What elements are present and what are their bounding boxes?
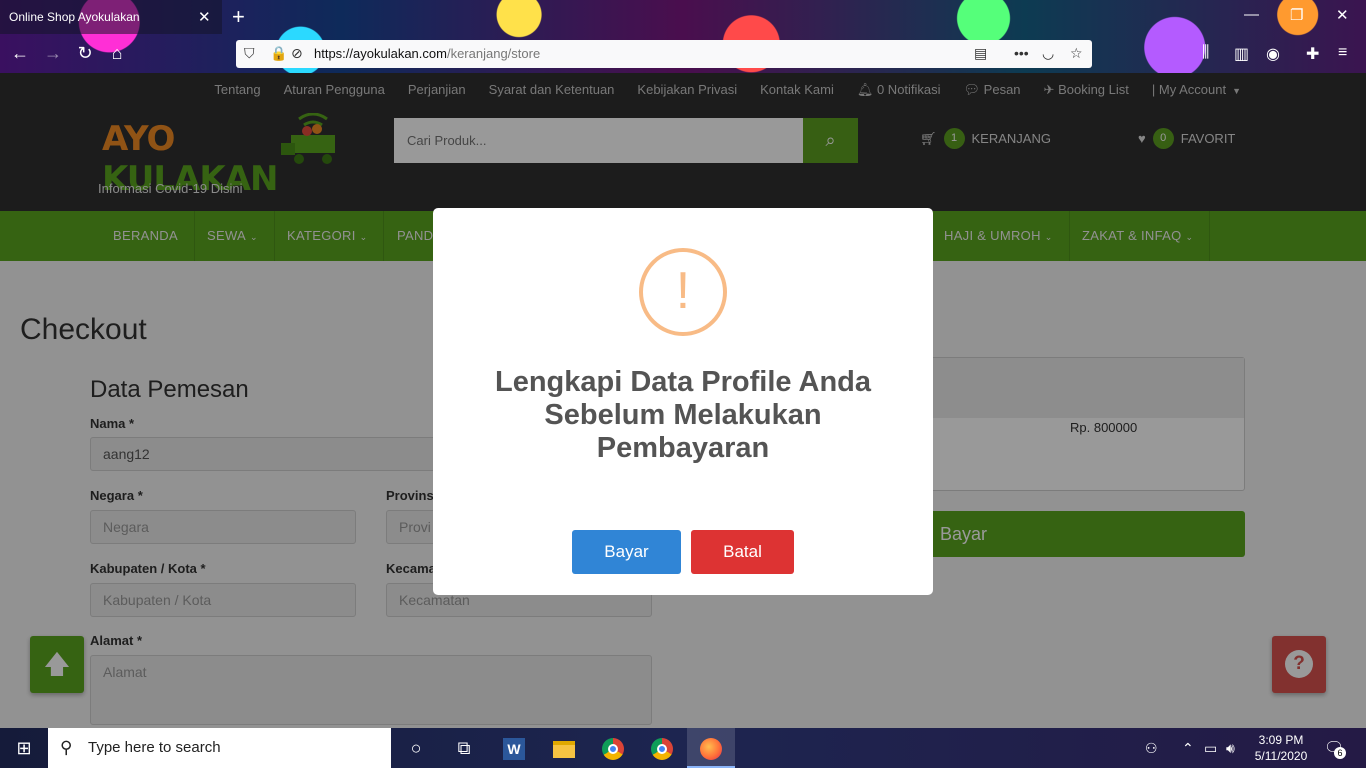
firefox-icon — [700, 738, 722, 761]
taskbar-chrome-2[interactable] — [638, 728, 686, 768]
taskbar-search[interactable]: ⚲ Type here to search — [48, 728, 391, 768]
menu-icon[interactable]: ≡ — [1338, 44, 1347, 62]
warning-icon: ! — [639, 248, 727, 336]
taskbar-file-explorer[interactable] — [540, 728, 588, 768]
folder-icon — [553, 740, 575, 758]
clock-time: 3:09 PM — [1258, 733, 1304, 747]
confirm-pay-button[interactable]: Bayar — [572, 530, 681, 574]
shield-icon[interactable]: ⛉ — [244, 45, 255, 62]
system-clock[interactable]: 3:09 PM 5/11/2020 — [1248, 732, 1314, 764]
tracking-icon[interactable]: ⊘ — [291, 45, 303, 62]
sidebar-icon[interactable]: ▥ — [1234, 44, 1249, 64]
address-bar[interactable]: ⛉ 🔒 ⊘ https://ayokulakan.com/keranjang/s… — [236, 40, 1092, 68]
task-view-button[interactable]: ⧉ — [440, 728, 488, 768]
back-icon[interactable]: ← — [7, 43, 33, 64]
browser-chrome: Online Shop Ayokulakan ✕ + — ❐ ✕ ← → ↻ ⌂… — [0, 0, 1366, 73]
taskbar-search-placeholder: Type here to search — [88, 739, 221, 756]
chrome-icon — [651, 738, 673, 761]
tab-title: Online Shop Ayokulakan — [9, 10, 140, 24]
window-close-icon[interactable]: ✕ — [1336, 6, 1349, 24]
start-button[interactable]: ⊞ — [0, 728, 48, 768]
extensions-icon[interactable]: ✚ — [1306, 44, 1319, 64]
restore-icon[interactable]: ❐ — [1290, 6, 1303, 24]
cancel-button[interactable]: Batal — [691, 530, 794, 574]
more-actions-icon[interactable]: ••• — [1014, 45, 1029, 61]
bookmark-star-icon[interactable]: ☆ — [1070, 45, 1083, 62]
account-icon[interactable]: ◉ — [1266, 44, 1280, 64]
tray-chevron-up-icon[interactable]: ⌃ — [1182, 728, 1194, 768]
cortana-button[interactable]: ○ — [392, 728, 440, 768]
notification-count: 6 — [1334, 747, 1346, 759]
close-tab-icon[interactable]: ✕ — [198, 8, 211, 26]
url-text[interactable]: https://ayokulakan.com/keranjang/store — [314, 46, 540, 61]
home-icon[interactable]: ⌂ — [104, 43, 130, 64]
minimize-icon[interactable]: — — [1244, 6, 1259, 23]
taskbar-firefox[interactable] — [687, 728, 735, 768]
profile-warning-dialog: ! Lengkapi Data Profile Anda Sebelum Mel… — [433, 208, 933, 595]
windows-taskbar: ⊞ ⚲ Type here to search ○ ⧉ W ⚇ ⌃ ▭ 🔊︎ 3… — [0, 728, 1366, 768]
action-center-button[interactable]: 🗨︎ 6 — [1324, 738, 1346, 759]
lock-icon[interactable]: 🔒 — [270, 45, 287, 62]
clock-date: 5/11/2020 — [1254, 749, 1308, 763]
chrome-icon — [602, 738, 624, 761]
taskbar-chrome-1[interactable] — [589, 728, 637, 768]
task-view-icon: ⧉ — [457, 738, 471, 758]
forward-icon[interactable]: → — [40, 43, 66, 64]
search-icon: ⚲ — [60, 738, 73, 757]
pocket-icon[interactable]: ◡ — [1042, 45, 1054, 62]
browser-tab[interactable]: Online Shop Ayokulakan — [0, 0, 222, 34]
reload-icon[interactable]: ↻ — [72, 43, 98, 64]
people-icon[interactable]: ⚇ — [1145, 728, 1158, 768]
dialog-title: Lengkapi Data Profile Anda Sebelum Melak… — [495, 366, 871, 464]
windows-logo-icon: ⊞ — [16, 738, 32, 758]
new-tab-icon[interactable]: + — [232, 4, 245, 30]
volume-icon[interactable]: 🔊︎ — [1226, 728, 1235, 768]
reader-view-icon[interactable]: ▤ — [974, 45, 987, 62]
cortana-icon: ○ — [410, 738, 422, 758]
taskbar-word[interactable]: W — [490, 728, 538, 768]
word-icon: W — [503, 738, 525, 761]
network-icon[interactable]: ▭ — [1204, 728, 1217, 768]
library-icon[interactable]: ⫼ — [1202, 44, 1209, 62]
